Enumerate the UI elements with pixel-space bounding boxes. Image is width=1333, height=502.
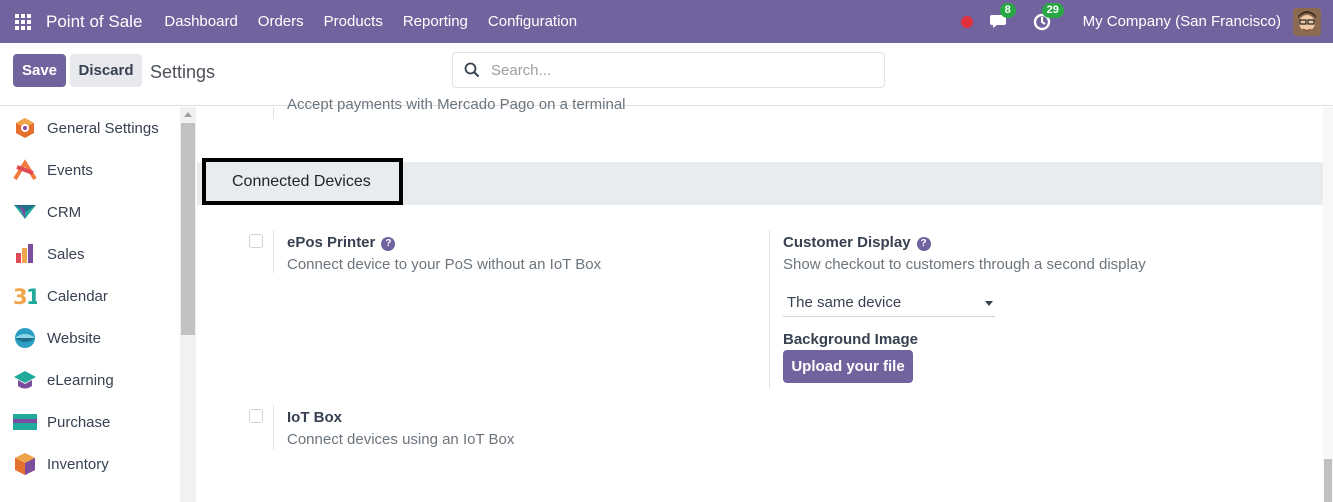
- partial-app-icon: [13, 494, 37, 502]
- menu-reporting[interactable]: Reporting: [393, 13, 478, 30]
- app-name[interactable]: Point of Sale: [46, 12, 142, 32]
- divider: [273, 230, 274, 273]
- customer-display-description: Show checkout to customers through a sec…: [783, 256, 1146, 273]
- customer-display-title: Customer Display?: [783, 234, 931, 251]
- sidebar-item-label: CRM: [47, 203, 82, 221]
- messages-badge: 8: [999, 2, 1016, 18]
- sidebar-item-inventory[interactable]: Inventory: [0, 443, 180, 485]
- upload-file-button[interactable]: Upload your file: [783, 350, 913, 383]
- control-panel: Save Discard Settings: [0, 43, 1333, 106]
- epos-printer-checkbox[interactable]: [249, 234, 263, 248]
- crm-icon: [13, 200, 37, 224]
- sidebar-item-label: Purchase: [47, 413, 111, 431]
- content-scrollbar[interactable]: [1323, 107, 1333, 502]
- sidebar-item-label: Calendar: [47, 287, 108, 305]
- sidebar-scrollbar-thumb[interactable]: [181, 123, 195, 335]
- save-button[interactable]: Save: [13, 54, 66, 87]
- previous-setting-description: Accept payments with Mercado Pago on a t…: [287, 96, 626, 113]
- messages-icon[interactable]: 8: [989, 2, 1016, 33]
- settings-content: Accept payments with Mercado Pago on a t…: [197, 96, 1323, 502]
- content-scrollbar-thumb[interactable]: [1324, 459, 1332, 502]
- epos-printer-title: ePos Printer?: [287, 234, 396, 251]
- sidebar-item-general-settings[interactable]: General Settings: [0, 107, 180, 149]
- divider: [769, 230, 770, 388]
- menu-dashboard[interactable]: Dashboard: [154, 13, 247, 30]
- sidebar-item-website[interactable]: Website: [0, 317, 180, 359]
- search-input[interactable]: [491, 61, 871, 79]
- sidebar-scrollbar[interactable]: [180, 107, 196, 502]
- sidebar-item-purchase[interactable]: Purchase: [0, 401, 180, 443]
- sidebar-item-label: Inventory: [47, 455, 109, 473]
- scroll-up-arrow-icon[interactable]: [184, 112, 192, 117]
- sidebar-item-next[interactable]: [0, 485, 180, 502]
- settings-sidebar: General Settings Events CRM Sales 31 Cal…: [0, 107, 180, 502]
- background-image-label: Background Image: [783, 331, 919, 348]
- sidebar-item-label: Website: [47, 329, 101, 347]
- page-title: Settings: [150, 62, 216, 82]
- top-navbar: Point of Sale Dashboard Orders Products …: [0, 0, 1333, 43]
- sidebar-item-calendar[interactable]: 31 Calendar: [0, 275, 180, 317]
- help-icon[interactable]: ?: [381, 237, 396, 251]
- sidebar-item-elearning[interactable]: eLearning: [0, 359, 180, 401]
- events-icon: [13, 158, 37, 182]
- menu-orders[interactable]: Orders: [248, 13, 314, 30]
- calendar-icon: 31: [13, 284, 37, 308]
- general-settings-icon: [13, 116, 37, 140]
- sidebar-item-label: General Settings: [47, 119, 159, 137]
- sidebar-item-crm[interactable]: CRM: [0, 191, 180, 233]
- apps-menu-icon[interactable]: [0, 0, 46, 43]
- iot-box-description: Connect devices using an IoT Box: [287, 431, 515, 448]
- menu-products[interactable]: Products: [314, 13, 393, 30]
- sidebar-item-label: Events: [47, 161, 93, 179]
- search-icon: [453, 62, 491, 78]
- sidebar-item-events[interactable]: Events: [0, 149, 180, 191]
- website-icon: [13, 326, 37, 350]
- customer-display-select-value: The same device: [787, 294, 902, 311]
- help-icon[interactable]: ?: [916, 237, 931, 251]
- user-avatar[interactable]: [1293, 7, 1321, 36]
- inventory-icon: [13, 452, 37, 476]
- caret-down-icon: [985, 301, 993, 306]
- sidebar-item-label: Sales: [47, 245, 85, 263]
- company-switcher[interactable]: My Company (San Francisco): [1083, 13, 1281, 30]
- epos-printer-description: Connect device to your PoS without an Io…: [287, 256, 602, 273]
- activities-icon[interactable]: 29: [1031, 2, 1064, 33]
- section-title-connected-devices: Connected Devices: [202, 158, 403, 205]
- iot-box-title: IoT Box: [287, 409, 342, 426]
- epos-printer-label: ePos Printer: [287, 234, 376, 251]
- customer-display-select[interactable]: The same device: [783, 292, 995, 317]
- iot-box-checkbox[interactable]: [249, 409, 263, 423]
- sidebar-item-label: eLearning: [47, 371, 114, 389]
- sales-icon: [13, 242, 37, 266]
- purchase-icon: [13, 410, 37, 434]
- menu-configuration[interactable]: Configuration: [478, 13, 587, 30]
- svg-text:1: 1: [26, 285, 37, 307]
- discard-button[interactable]: Discard: [70, 54, 142, 87]
- divider: [273, 107, 274, 119]
- customer-display-label: Customer Display: [783, 234, 911, 251]
- search-box[interactable]: [452, 52, 885, 88]
- sidebar-item-sales[interactable]: Sales: [0, 233, 180, 275]
- activities-badge: 29: [1041, 2, 1064, 18]
- elearning-icon: [13, 368, 37, 392]
- recording-indicator-icon[interactable]: [960, 15, 973, 28]
- divider: [273, 405, 274, 450]
